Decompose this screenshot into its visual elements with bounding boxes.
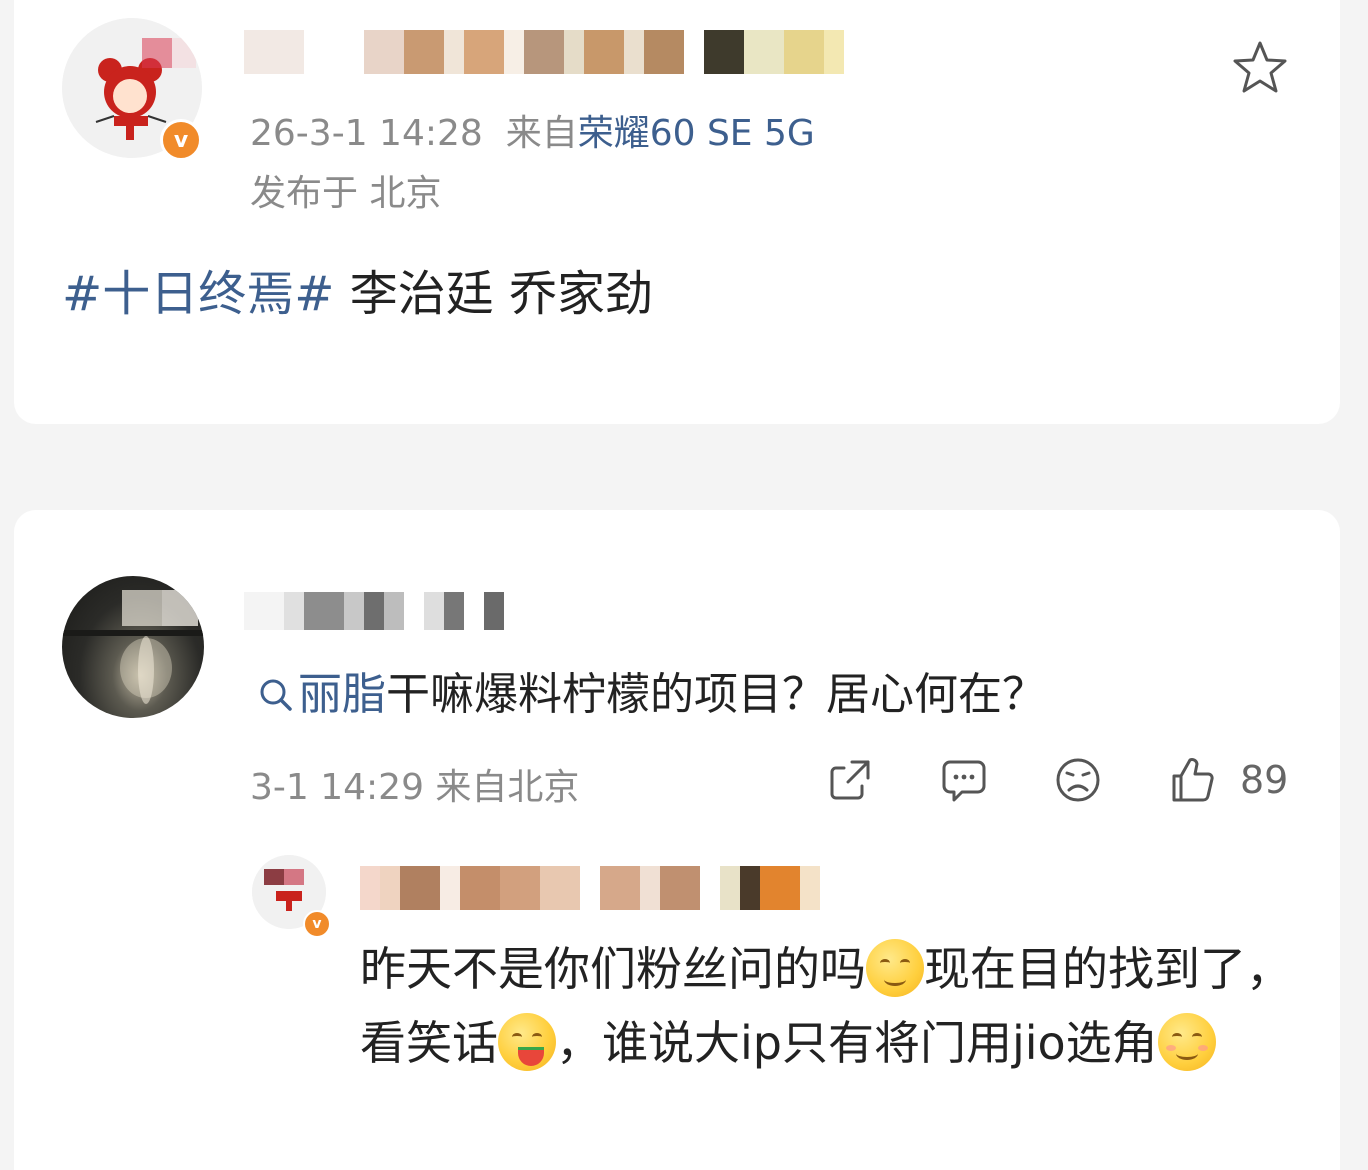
- replier-username-blurred[interactable]: [360, 866, 820, 910]
- dislike-button[interactable]: [1054, 756, 1102, 804]
- post-time-source: 26-3-1 14:28 来自荣耀60 SE 5G: [250, 104, 815, 156]
- share-button[interactable]: [826, 756, 874, 804]
- like-button[interactable]: [1168, 756, 1216, 804]
- keyword-search-link[interactable]: 丽脂: [258, 669, 386, 720]
- post-device-link[interactable]: 荣耀60 SE 5G: [578, 113, 815, 154]
- eating-watermelon-emoji: [498, 1013, 556, 1071]
- reply-verified-badge-icon: v: [303, 910, 331, 938]
- search-icon: [260, 679, 292, 711]
- comment-content: 丽脂干嘛爆料柠檬的项目？居心何在？: [258, 658, 1046, 722]
- search-keyword: 丽脂: [298, 669, 386, 720]
- star-outline-icon[interactable]: [1232, 40, 1288, 94]
- post-location: 发布于 北京: [250, 173, 442, 214]
- comment-meta: 3-1 14:29 来自北京: [250, 767, 580, 808]
- poster-username-blurred[interactable]: [244, 30, 844, 74]
- comment-button[interactable]: [940, 756, 988, 804]
- commenter-username-blurred[interactable]: [244, 592, 504, 630]
- commenter-avatar[interactable]: [62, 576, 204, 718]
- share-icon: [830, 760, 870, 800]
- confused-grin-emoji: [866, 939, 924, 997]
- post-timestamp: 26-3-1 14:28: [250, 113, 483, 154]
- topic-hashtag-link[interactable]: #十日终焉#: [62, 266, 334, 322]
- like-count: 89: [1240, 758, 1289, 802]
- post-source-prefix: 来自: [505, 113, 578, 154]
- post-content: #十日终焉# 李治廷 乔家劲: [62, 254, 653, 324]
- reply-text-part1: 昨天不是你们粉丝问的吗: [360, 942, 866, 996]
- comment-icon: [942, 760, 986, 802]
- reply-content: 昨天不是你们粉丝问的吗 现在目的找到了，看笑话 ，谁说大ip只有将门用jio选角: [360, 932, 1320, 1080]
- smile-emoji: [1157, 1013, 1216, 1071]
- like-icon: [1172, 758, 1214, 802]
- reply-text-part3: ，谁说大ip只有将门用jio选角: [556, 1016, 1158, 1070]
- avatar-lake-photo: [62, 590, 204, 704]
- comment-body-text: 干嘛爆料柠檬的项目？居心何在？: [386, 669, 1046, 720]
- verified-badge-icon: v: [160, 119, 202, 161]
- dislike-icon: [1056, 758, 1100, 802]
- post-body-text: 李治廷 乔家劲: [334, 266, 653, 322]
